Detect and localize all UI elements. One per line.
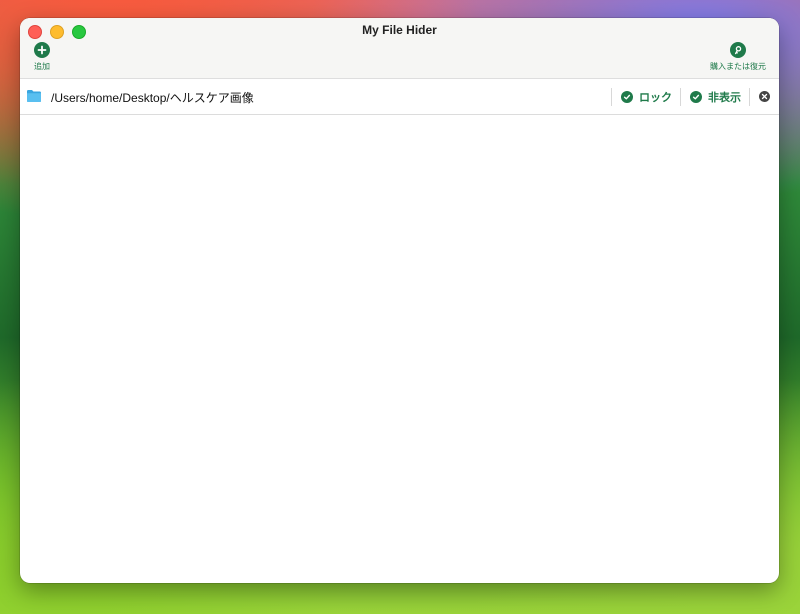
plus-circle-icon bbox=[34, 42, 50, 58]
purchase-or-restore-label: 購入または復元 bbox=[710, 62, 766, 71]
remove-item-button[interactable] bbox=[759, 91, 770, 102]
file-path: /Users/home/Desktop/ヘルスケア画像 bbox=[51, 91, 254, 105]
list-item[interactable]: /Users/home/Desktop/ヘルスケア画像 ロック 非表示 bbox=[20, 79, 779, 115]
lock-toggle[interactable]: ロック bbox=[621, 89, 672, 105]
hide-toggle[interactable]: 非表示 bbox=[690, 89, 741, 105]
divider bbox=[749, 88, 750, 106]
divider bbox=[680, 88, 681, 106]
titlebar: My File Hider 追加 購入または復元 bbox=[20, 18, 779, 79]
window-title: My File Hider bbox=[362, 23, 437, 37]
lock-label: ロック bbox=[639, 92, 672, 104]
add-button[interactable]: 追加 bbox=[34, 42, 50, 72]
purchase-or-restore-button[interactable]: 購入または復元 bbox=[710, 42, 766, 72]
folder-icon bbox=[27, 90, 41, 102]
close-circle-icon bbox=[761, 93, 768, 100]
checkmark-circle-icon bbox=[690, 91, 702, 103]
app-window: My File Hider 追加 購入または復元 /Users/home/Des… bbox=[20, 18, 779, 583]
add-button-label: 追加 bbox=[34, 62, 50, 71]
hide-label: 非表示 bbox=[708, 92, 741, 104]
key-circle-icon bbox=[730, 42, 746, 58]
divider bbox=[611, 88, 612, 106]
checkmark-circle-icon bbox=[621, 91, 633, 103]
